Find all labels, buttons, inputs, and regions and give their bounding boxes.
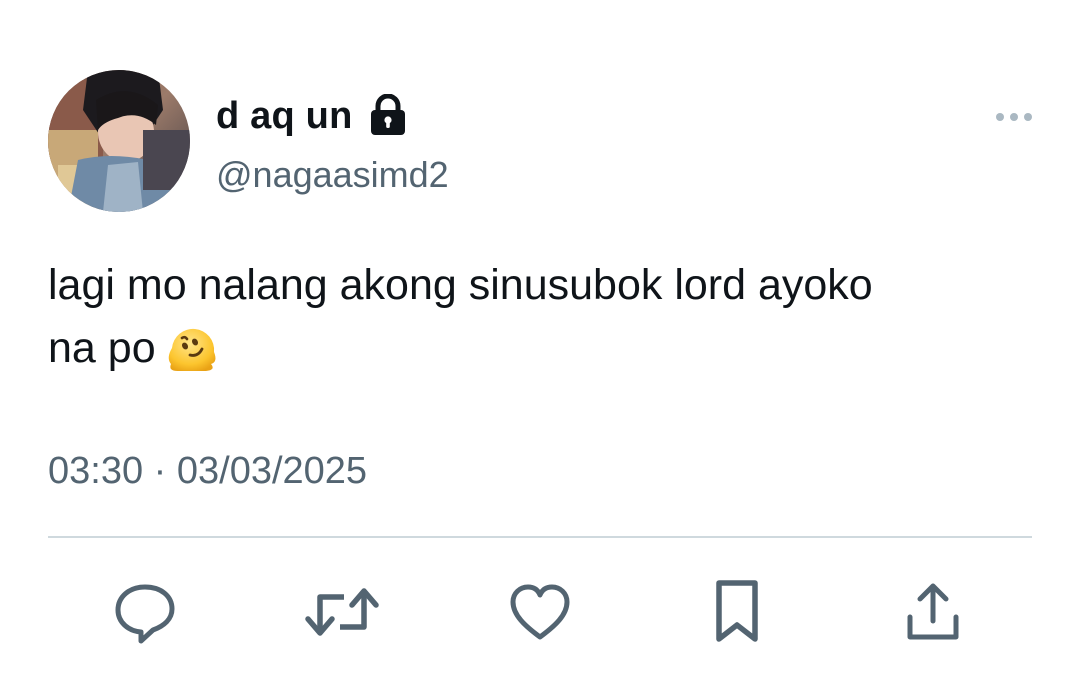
- bookmark-icon: [716, 580, 758, 642]
- author-name-row: d aq un: [216, 92, 407, 140]
- reply-button[interactable]: [105, 572, 185, 652]
- avatar[interactable]: [48, 70, 190, 212]
- like-button[interactable]: [500, 572, 580, 652]
- retweet-icon: [305, 588, 379, 636]
- lock-icon: [369, 93, 407, 136]
- melting-face-emoji-icon: [164, 318, 220, 374]
- avatar-photo-icon: [48, 70, 190, 212]
- share-button[interactable]: [893, 572, 973, 652]
- retweet-button[interactable]: [302, 572, 382, 652]
- reply-icon: [115, 584, 175, 644]
- tweet-text-line-2-row: na po: [48, 317, 1008, 380]
- author-handle[interactable]: @nagaasimd2: [216, 153, 449, 197]
- heart-icon: [510, 584, 570, 640]
- tweet-text-line-2: na po: [48, 324, 156, 372]
- tweet-text-line-1: lagi mo nalang akong sinusubok lord ayok…: [48, 261, 873, 309]
- timestamp-separator: ·: [153, 450, 167, 492]
- tweet-actions-bar: [0, 572, 1080, 652]
- more-dots-icon: [996, 113, 1032, 121]
- more-options-button[interactable]: [990, 100, 1040, 134]
- author-display-name[interactable]: d aq un: [216, 92, 353, 140]
- divider: [48, 536, 1032, 538]
- tweet-timestamp[interactable]: 03:30 · 03/03/2025: [48, 448, 367, 494]
- bookmark-button[interactable]: [697, 572, 777, 652]
- tweet-text: lagi mo nalang akong sinusubok lord ayok…: [48, 254, 1008, 380]
- tweet-time: 03:30: [48, 450, 144, 492]
- share-icon: [907, 583, 959, 640]
- tweet-date: 03/03/2025: [176, 450, 368, 492]
